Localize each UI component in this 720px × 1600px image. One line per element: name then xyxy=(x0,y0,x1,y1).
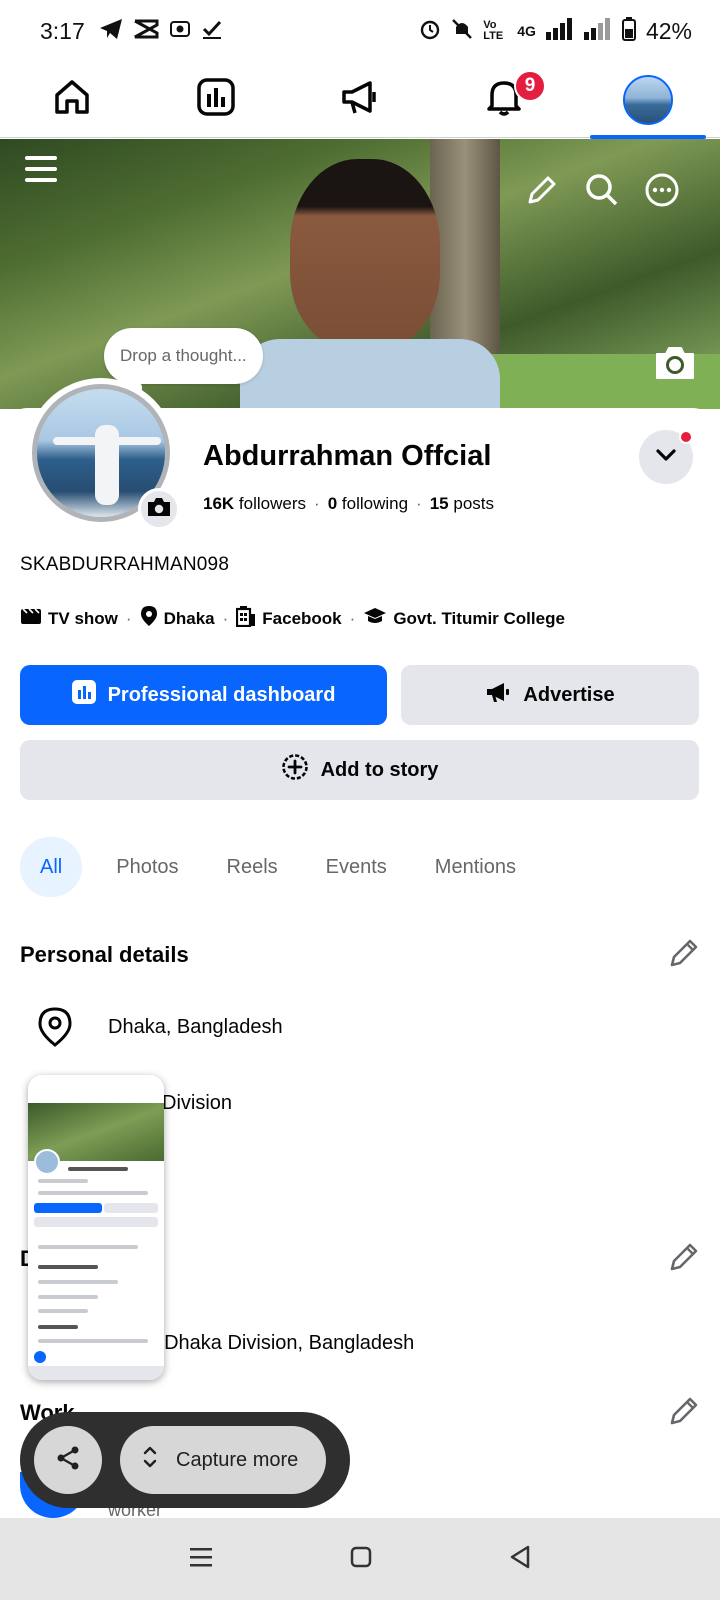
content-tabs: All Photos Reels Events Mentions xyxy=(20,837,530,897)
more-options-button[interactable] xyxy=(640,170,684,214)
edit-work-button[interactable] xyxy=(666,1395,702,1431)
dashboard-icon xyxy=(197,78,235,121)
edit-profile-button[interactable] xyxy=(520,170,564,214)
location-pin-icon xyxy=(20,1002,90,1052)
pencil-icon xyxy=(668,1241,700,1278)
system-nav-bar xyxy=(0,1518,720,1600)
personal-details-title: Personal details xyxy=(20,942,189,967)
add-story-icon xyxy=(281,753,309,787)
edit-personal-details-button[interactable] xyxy=(666,937,702,973)
network-type-icon: 4G xyxy=(517,23,536,39)
megaphone-icon xyxy=(485,680,511,710)
search-icon xyxy=(585,173,619,212)
tab-mentions[interactable]: Mentions xyxy=(421,837,530,897)
status-left: 3:17 xyxy=(40,18,223,45)
more-horizontal-icon xyxy=(645,173,679,212)
intro-location[interactable]: Dhaka xyxy=(140,605,215,632)
nav-notifications[interactable]: 9 xyxy=(444,62,564,138)
profile-stats: 16K followers · 0 following · 15 posts xyxy=(203,494,495,514)
cover-camera-button[interactable] xyxy=(652,345,698,385)
tab-events[interactable]: Events xyxy=(312,837,401,897)
dashboard-icon xyxy=(71,680,96,710)
home-button[interactable] xyxy=(349,1545,373,1574)
megaphone-icon xyxy=(340,77,380,122)
nav-home[interactable] xyxy=(12,62,132,138)
add-to-story-button[interactable]: Add to story xyxy=(20,740,699,800)
profile-camera-button[interactable] xyxy=(138,488,180,530)
task-done-icon xyxy=(201,18,223,44)
detail-row-location: Dhaka, Bangladesh xyxy=(20,1002,283,1052)
username: SKABDURRAHMAN098 xyxy=(20,554,230,575)
share-button[interactable] xyxy=(34,1426,102,1494)
following-stat[interactable]: 0 following xyxy=(328,494,408,514)
tab-photos[interactable]: Photos xyxy=(102,837,192,897)
chevron-down-icon xyxy=(655,448,677,467)
recent-apps-button[interactable] xyxy=(188,1545,214,1574)
thought-placeholder: Drop a thought... xyxy=(120,346,247,365)
pencil-icon xyxy=(668,937,700,974)
menu-button[interactable] xyxy=(20,150,62,192)
telegram-icon xyxy=(99,18,123,44)
video-icon xyxy=(20,607,42,630)
intro-workplace[interactable]: Facebook xyxy=(236,605,342,632)
share-icon xyxy=(54,1444,82,1477)
professional-dashboard-button[interactable]: Professional dashboard xyxy=(20,665,387,725)
nav-ads[interactable] xyxy=(300,62,420,138)
capture-more-button[interactable]: Capture more xyxy=(120,1426,327,1494)
notification-dot xyxy=(679,430,693,444)
followers-stat[interactable]: 16K followers xyxy=(203,494,306,514)
nav-profile[interactable] xyxy=(588,62,708,139)
capture-toolbar: Capture more xyxy=(20,1412,350,1508)
back-button[interactable] xyxy=(508,1544,532,1575)
home-icon xyxy=(52,77,92,122)
alarm-icon xyxy=(419,18,441,44)
screenshot-preview[interactable] xyxy=(28,1075,164,1380)
avatar xyxy=(623,74,673,125)
hamburger-icon xyxy=(23,153,59,190)
status-right: Vo LTE 4G 42% xyxy=(419,17,692,45)
profile-switch-button[interactable] xyxy=(639,430,693,484)
location-pin-icon xyxy=(140,605,158,632)
building-icon xyxy=(236,605,256,632)
tab-all[interactable]: All xyxy=(20,837,83,897)
volte-icon: Vo LTE xyxy=(483,19,504,42)
signal-icon xyxy=(545,18,574,44)
notification-badge: 9 xyxy=(514,69,546,102)
graduation-cap-icon xyxy=(363,606,387,631)
capcut-icon xyxy=(133,18,159,44)
tab-reels[interactable]: Reels xyxy=(213,837,292,897)
mute-icon xyxy=(451,18,473,44)
pencil-icon xyxy=(526,174,558,211)
expand-vertical-icon xyxy=(142,1444,158,1476)
intro-education[interactable]: Govt. Titumir College xyxy=(363,606,565,631)
pencil-icon xyxy=(668,1395,700,1432)
intro-category[interactable]: TV show xyxy=(20,607,118,630)
signal-2-icon xyxy=(583,18,612,44)
intro-row: TV show · Dhaka · Facebook · Govt. Titum… xyxy=(20,605,565,632)
thought-bubble[interactable]: Drop a thought... xyxy=(104,328,263,396)
battery-percent: 42% xyxy=(645,17,692,44)
nav-dashboard[interactable] xyxy=(156,62,276,138)
battery-icon xyxy=(621,17,636,45)
camera-icon xyxy=(654,345,696,386)
edit-details-button[interactable] xyxy=(666,1241,702,1277)
camera-icon xyxy=(147,496,171,523)
profile-name: Abdurrahman Offcial xyxy=(203,440,492,472)
top-nav: 9 xyxy=(0,62,720,139)
status-time: 3:17 xyxy=(40,17,85,44)
posts-stat[interactable]: 15 posts xyxy=(430,494,494,514)
screen-record-icon xyxy=(169,18,191,44)
search-button[interactable] xyxy=(580,170,624,214)
advertise-button[interactable]: Advertise xyxy=(401,665,699,725)
status-bar: 3:17 Vo LTE 4G 42% xyxy=(0,0,720,62)
